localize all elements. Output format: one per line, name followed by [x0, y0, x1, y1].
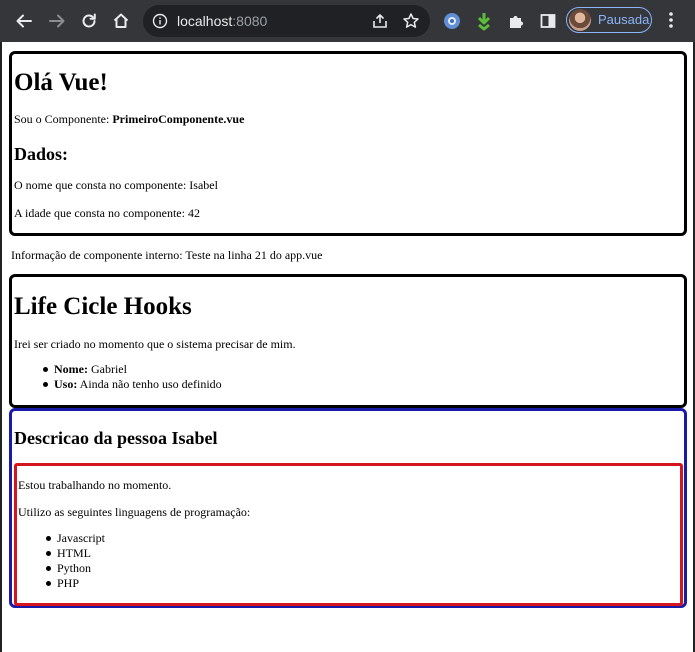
info-icon[interactable]: [152, 13, 168, 29]
url-text[interactable]: localhost:8080: [177, 12, 267, 30]
bullet: [46, 551, 51, 556]
page-title: Olá Vue!: [14, 69, 108, 96]
hooks-item-label: Uso:: [54, 377, 78, 391]
star-icon[interactable]: [402, 12, 420, 35]
browser-toolbar: localhost:8080 Pausada: [0, 0, 695, 42]
hooks-item-label: Nome:: [54, 362, 88, 376]
language-item: Python: [57, 561, 92, 575]
address-bar[interactable]: localhost:8080: [143, 5, 430, 37]
dados-heading: Dados:: [14, 144, 69, 164]
back-icon[interactable]: [12, 9, 36, 33]
pessoa-heading: Descricao da pessoa Isabel: [14, 428, 218, 448]
hooks-item-uso: Uso: Ainda não tenho uso definido: [54, 377, 222, 392]
hooks-item-value: Gabriel: [87, 362, 127, 376]
profile-button[interactable]: Pausada: [566, 7, 652, 33]
reload-icon[interactable]: [77, 9, 101, 33]
hooks-text: Irei ser criado no momento que o sistema…: [14, 337, 296, 351]
url-port: :8080: [232, 13, 268, 29]
avatar: [569, 9, 591, 31]
bullet: [43, 382, 48, 387]
puzzle-icon[interactable]: [504, 9, 528, 33]
language-item: Javascript: [57, 531, 105, 545]
sidebar-icon[interactable]: [536, 9, 560, 33]
profile-label: Pausada: [598, 12, 650, 27]
hooks-heading: Life Cicle Hooks: [14, 293, 192, 320]
hooks-item-value: Ainda não tenho uso definido: [77, 377, 222, 391]
component-intro-prefix: Sou o Componente:: [14, 112, 113, 126]
share-icon[interactable]: [371, 12, 389, 35]
page-viewport: Olá Vue! Sou o Componente: PrimeiroCompo…: [2, 42, 693, 652]
component-name: PrimeiroComponente.vue: [112, 112, 245, 126]
info-interno-text: Informação de componente interno: Teste …: [11, 248, 323, 262]
status-text: Estou trabalhando no momento.: [18, 478, 172, 492]
download-arrow-icon[interactable]: [472, 9, 496, 33]
hooks-item-nome: Nome: Gabriel: [54, 362, 127, 377]
nome-line: O nome que consta no componente: Isabel: [14, 178, 218, 192]
bullet: [46, 536, 51, 541]
bullet: [46, 566, 51, 571]
home-icon[interactable]: [109, 9, 133, 33]
language-item: HTML: [57, 546, 91, 560]
bullet: [43, 367, 48, 372]
language-item: PHP: [57, 576, 80, 590]
extension-blue-icon[interactable]: [440, 9, 464, 33]
more-icon[interactable]: [668, 10, 674, 35]
url-host: localhost: [177, 13, 233, 29]
component-intro: Sou o Componente: PrimeiroComponente.vue: [14, 112, 244, 127]
bullet: [46, 581, 51, 586]
forward-icon[interactable]: [45, 9, 69, 33]
languages-intro: Utilizo as seguintes linguagens de progr…: [18, 505, 251, 519]
idade-line: A idade que consta no componente: 42: [14, 206, 200, 220]
